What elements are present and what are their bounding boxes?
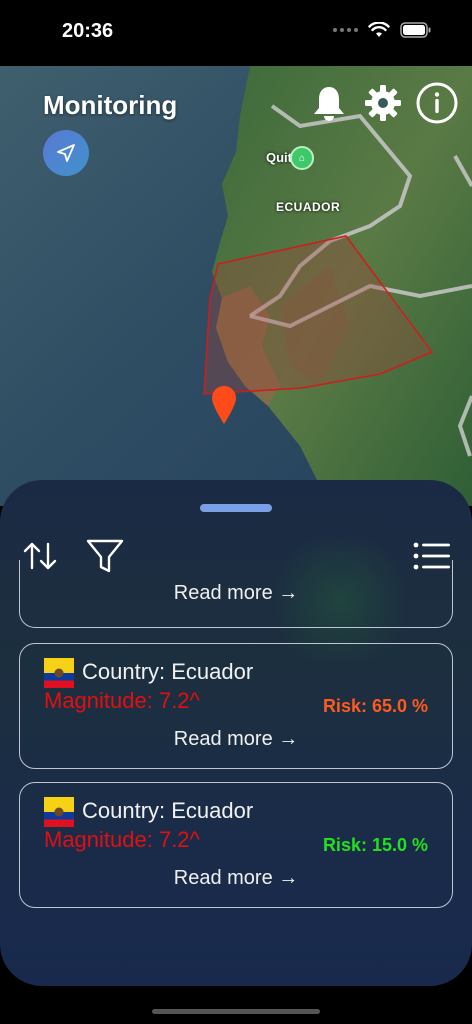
signal-icon: [333, 28, 358, 32]
read-more-link[interactable]: Read more →: [20, 728, 452, 751]
wifi-icon: [368, 22, 390, 37]
event-card[interactable]: Country: Ecuador Magnitude: 7.2^ Risk: 1…: [19, 782, 453, 908]
risk-label: Risk: 65.0 %: [322, 696, 428, 716]
sheet-grabber[interactable]: [200, 504, 272, 512]
notifications-button[interactable]: [308, 82, 350, 124]
page-title: Monitoring: [43, 90, 178, 120]
event-card[interactable]: Read more →: [19, 560, 453, 628]
magnitude-label: Magnitude: 7.2^: [44, 688, 200, 713]
map-pin-icon[interactable]: [210, 384, 238, 424]
country-label: Country: Ecuador: [82, 659, 254, 684]
read-more-link[interactable]: Read more →: [20, 582, 452, 605]
risk-label: Risk: 15.0 %: [322, 835, 428, 855]
ecuador-flag-icon: [44, 797, 74, 827]
bell-icon: [314, 87, 344, 121]
capital-marker-icon[interactable]: ⌂: [290, 146, 314, 170]
map-view[interactable]: Monitoring Quit ⌂ ECUADOR: [0, 66, 472, 506]
read-more-link[interactable]: Read more →: [20, 867, 452, 890]
country-label: Country: Ecuador: [82, 798, 254, 823]
locate-button[interactable]: [43, 130, 89, 176]
home-indicator[interactable]: [152, 1009, 320, 1014]
status-time: 20:36: [62, 20, 114, 42]
battery-icon: [400, 22, 431, 38]
ecuador-flag-icon: [44, 658, 74, 688]
event-card[interactable]: Country: Ecuador Magnitude: 7.2^ Risk: 6…: [19, 643, 453, 769]
info-icon: [416, 82, 458, 124]
gear-icon: [365, 85, 401, 121]
info-button[interactable]: [416, 82, 458, 124]
capital-label: Quit: [266, 150, 292, 165]
status-icons: [333, 22, 432, 38]
settings-button[interactable]: [362, 82, 404, 124]
bottom-sheet[interactable]: Read more → Country: Ecuador Magnitude: …: [0, 480, 472, 986]
country-label: ECUADOR: [276, 200, 341, 214]
status-bar: 20:36: [0, 0, 472, 66]
navigation-arrow-icon: [57, 144, 75, 162]
magnitude-label: Magnitude: 7.2^: [44, 827, 200, 852]
top-toolbar: [308, 82, 458, 124]
